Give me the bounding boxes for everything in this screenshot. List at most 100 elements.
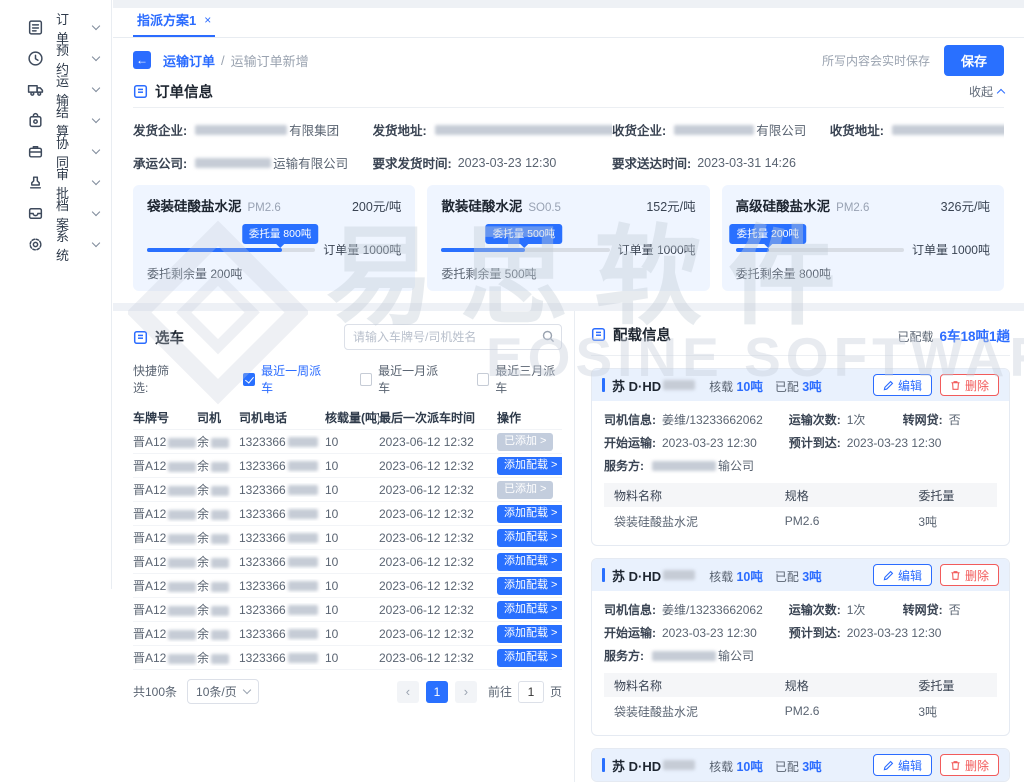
sidebar-item-archives[interactable]: 档案 [0, 198, 111, 229]
delete-button[interactable]: 删除 [940, 564, 999, 586]
sidebar-item-system[interactable]: 系统 [0, 229, 111, 260]
sidebar-item-orders[interactable]: 订单 [0, 12, 111, 43]
checkbox-checked-icon[interactable] [243, 373, 255, 386]
search-input[interactable] [344, 324, 562, 350]
field-ship-time: 要求发货时间: 2023-03-23 12:30 [373, 153, 613, 172]
total-count: 共100条 [133, 683, 177, 700]
back-button[interactable]: ← [133, 51, 151, 69]
collapse-toggle[interactable]: 收起 [969, 83, 1004, 100]
phone-cell: 1323366 [239, 459, 325, 473]
redacted-text [211, 582, 229, 592]
driver-cell: 余 [197, 577, 239, 594]
quick-filters: 快捷筛选: 最近一周派车 最近一月派车 最近三月派车 [133, 362, 562, 396]
redacted-text [288, 509, 318, 519]
entrusted-badge: 委托量 800吨 [242, 224, 318, 244]
dispatch-time-cell: 2023-06-12 12:32 [379, 651, 497, 665]
order-qty-label: 订单量 1000吨 [912, 241, 990, 258]
delete-button[interactable]: 删除 [940, 754, 999, 776]
already-added-button[interactable]: 已添加 > [497, 481, 553, 499]
field-ship-address: 发货地址: [373, 120, 613, 139]
redacted-text [195, 125, 287, 135]
chevron-down-icon [92, 115, 100, 123]
loaded-summary-value: 6车18吨1趟 [939, 325, 1010, 345]
product-name: 散装硅酸水泥 [441, 195, 522, 215]
load-cell: 10 [325, 555, 379, 569]
sidebar: 订单 预约 运输 结算 协同 审批 档案 系统 [0, 0, 112, 589]
search-icon[interactable] [542, 330, 555, 346]
close-icon[interactable]: × [204, 13, 211, 27]
edit-button[interactable]: 编辑 [873, 754, 932, 776]
sidebar-item-settlement[interactable]: 结算 [0, 105, 111, 136]
remain-label: 委托剩余量 800吨 [736, 265, 990, 282]
product-price: 326元/吨 [941, 196, 990, 215]
add-load-button[interactable]: 添加配载 > [497, 529, 562, 547]
plate-cell: 晋A12 [133, 457, 197, 474]
phone-cell: 1323366 [239, 483, 325, 497]
sidebar-item-approval[interactable]: 审批 [0, 167, 111, 198]
redacted-text [195, 158, 271, 168]
chevron-down-icon [92, 177, 100, 185]
checkbox-icon[interactable] [360, 373, 372, 386]
goto-page-input[interactable] [518, 681, 544, 703]
plate-number: 苏 D·HD [612, 756, 697, 775]
edit-button[interactable]: 编辑 [873, 374, 932, 396]
checkbox-icon[interactable] [477, 373, 489, 386]
order-info-header: 订单信息 收起 [133, 78, 1004, 104]
page-size-select[interactable]: 10条/页 [187, 679, 259, 704]
phone-cell: 1323366 [239, 531, 325, 545]
sidebar-item-transport[interactable]: 运输 [0, 74, 111, 105]
breadcrumb-separator: / [221, 53, 225, 68]
add-load-button[interactable]: 添加配载 > [497, 601, 562, 619]
redacted-text [211, 486, 229, 496]
redacted-text [652, 651, 716, 661]
redacted-text [168, 510, 196, 520]
section-title: 订单信息 [155, 81, 213, 102]
vehicle-table-body: 晋A12余1323366102023-06-12 12:32已添加 >晋A12余… [133, 430, 562, 670]
redacted-text [663, 570, 695, 580]
plate-cell: 晋A12 [133, 649, 197, 666]
add-load-button[interactable]: 添加配载 > [497, 457, 562, 475]
redacted-text [168, 558, 196, 568]
edit-button[interactable]: 编辑 [873, 564, 932, 586]
delete-button[interactable]: 删除 [940, 374, 999, 396]
chevron-down-icon [92, 53, 100, 61]
driver-cell: 余 [197, 529, 239, 546]
filter-last-quarter[interactable]: 最近三月派车 [477, 362, 562, 396]
add-load-button[interactable]: 添加配载 > [497, 625, 562, 643]
already-added-button[interactable]: 已添加 > [497, 433, 553, 451]
add-load-button[interactable]: 添加配载 > [497, 505, 562, 523]
stamp-icon [27, 174, 44, 191]
dispatch-time-cell: 2023-06-12 12:32 [379, 459, 497, 473]
add-load-button[interactable]: 添加配载 > [497, 553, 562, 571]
add-load-button[interactable]: 添加配载 > [497, 649, 562, 667]
redacted-text [211, 606, 229, 616]
add-load-button[interactable]: 添加配载 > [497, 577, 562, 595]
load-cell: 10 [325, 483, 379, 497]
tab-dispatch-plan[interactable]: 指派方案1 × [133, 5, 215, 37]
sidebar-item-collaboration[interactable]: 协同 [0, 136, 111, 167]
pencil-icon [883, 760, 894, 771]
breadcrumb-parent[interactable]: 运输订单 [163, 51, 215, 70]
vehicle-row: 晋A12余1323366102023-06-12 12:32添加配载 > [133, 574, 562, 598]
sidebar-item-reservation[interactable]: 预约 [0, 43, 111, 74]
redacted-text [288, 485, 318, 495]
divider [133, 107, 1004, 108]
plate-number: 苏 D·HD [612, 376, 697, 395]
load-card-header: 苏 D·HD 核载 10吨 已配 3吨 编辑 删除 [592, 749, 1009, 781]
dispatch-time-cell: 2023-06-12 12:32 [379, 555, 497, 569]
vehicle-row: 晋A12余1323366102023-06-12 12:32添加配载 > [133, 598, 562, 622]
current-page-button[interactable]: 1 [426, 681, 448, 703]
service-provider: 输公司 [650, 457, 754, 474]
filter-last-month[interactable]: 最近一月派车 [360, 362, 445, 396]
save-button[interactable]: 保存 [944, 45, 1004, 76]
next-page-button[interactable]: › [455, 681, 477, 703]
redacted-text [168, 486, 196, 496]
vehicle-row: 晋A12余1323366102023-06-12 12:32添加配载 > [133, 550, 562, 574]
driver-cell: 余 [197, 601, 239, 618]
redacted-text [288, 461, 318, 471]
plate-cell: 晋A12 [133, 625, 197, 642]
filter-last-week[interactable]: 最近一周派车 [243, 362, 328, 396]
trip-count: 1次 [847, 601, 866, 618]
prev-page-button[interactable]: ‹ [397, 681, 419, 703]
plate-cell: 晋A12 [133, 433, 197, 450]
